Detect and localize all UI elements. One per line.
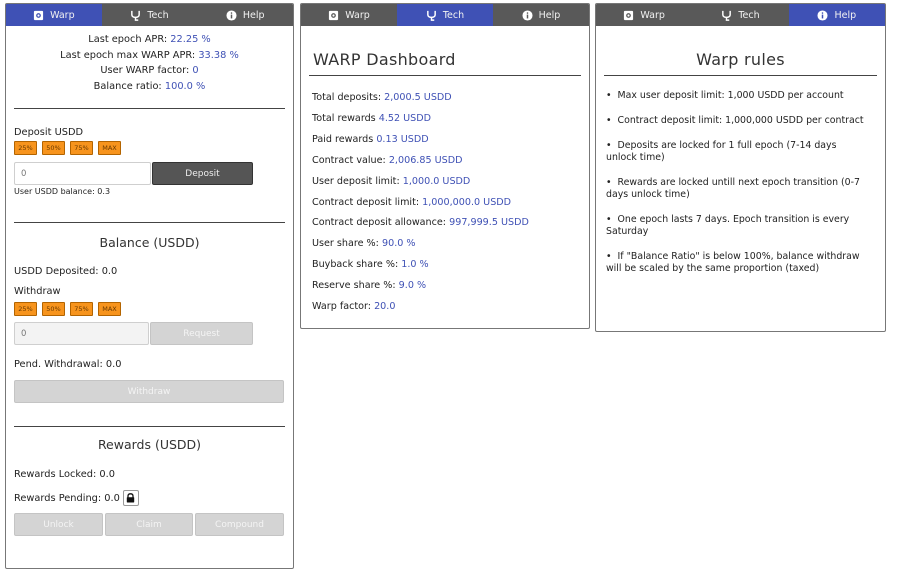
stat-row: User WARP factor: 0: [100, 65, 199, 76]
dashboard-stats: Total deposits: 2,000.5 USDD Total rewar…: [312, 88, 529, 318]
compound-button[interactable]: Compound: [195, 513, 284, 536]
dashboard-row: Reserve share %: 9.0 %: [312, 280, 427, 292]
tech-icon: [131, 10, 141, 21]
tab-bar: Warp Tech Help: [6, 4, 293, 26]
warp-icon: [33, 10, 44, 20]
divider: [14, 426, 285, 427]
tab-tech[interactable]: Tech: [102, 4, 198, 26]
rewards-locked: Rewards Locked: 0.0: [14, 469, 115, 480]
tab-help[interactable]: Help: [493, 4, 589, 26]
tech-icon: [426, 10, 436, 21]
divider: [604, 75, 877, 76]
tab-label: Help: [242, 9, 265, 21]
deposit-25-button[interactable]: 25%: [14, 141, 37, 155]
warp-icon: [624, 10, 634, 20]
divider: [14, 108, 285, 109]
dashboard-row: Contract deposit allowance: 997,999.5 US…: [312, 217, 529, 229]
withdraw-amount-input[interactable]: 0: [14, 322, 149, 345]
tab-warp[interactable]: Warp: [301, 4, 397, 26]
stat-row: Balance ratio: 100.0 %: [93, 80, 206, 92]
tab-label: Help: [834, 9, 857, 21]
rule-item: Max user deposit limit: 1,000 USDD per a…: [606, 90, 869, 102]
tab-label: Warp: [640, 9, 665, 21]
tab-tech[interactable]: Tech: [397, 4, 493, 26]
info-icon: [226, 9, 237, 21]
withdraw-max-button[interactable]: MAX: [98, 302, 121, 316]
dashboard-row: User deposit limit: 1,000.0 USDD: [312, 175, 471, 187]
withdraw-50-button[interactable]: 50%: [42, 302, 65, 316]
rule-item: Rewards are locked untill next epoch tra…: [606, 177, 869, 201]
info-icon: [522, 9, 533, 21]
tab-help[interactable]: Help: [788, 4, 885, 26]
dashboard-row: Buyback share %: 1.0 %: [312, 259, 429, 271]
divider: [309, 75, 581, 76]
usdd-balance: User USDD balance: 0.3: [14, 187, 111, 196]
tab-tech[interactable]: Tech: [692, 4, 788, 26]
dashboard-row: Contract value: 2,006.85 USDD: [312, 154, 463, 166]
deposit-percent-buttons: 25% 50% 75% MAX: [14, 141, 121, 155]
withdraw-75-button[interactable]: 75%: [70, 302, 93, 316]
rewards-pending-row: Rewards Pending: 0.0: [14, 490, 139, 506]
stat-row: Last epoch APR: 22.25 %: [88, 34, 211, 45]
deposit-max-button[interactable]: MAX: [98, 141, 121, 155]
tab-label: Warp: [50, 9, 75, 21]
tab-label: Warp: [345, 9, 370, 21]
lock-icon[interactable]: [122, 490, 139, 506]
unlock-button[interactable]: Unlock: [14, 513, 103, 536]
deposit-button[interactable]: Deposit: [152, 162, 253, 185]
deposit-50-button[interactable]: 50%: [42, 141, 65, 155]
deposit-amount-input[interactable]: 0: [14, 162, 151, 185]
dashboard-row: Total rewards 4.52 USDD: [312, 112, 432, 124]
rewards-pending: Rewards Pending: 0.0: [14, 492, 120, 504]
dashboard-row: Paid rewards 0.13 USDD: [312, 133, 429, 145]
tech-panel: Warp Tech Help WARP Dashboard Total depo…: [300, 3, 590, 329]
info-icon: [817, 9, 829, 21]
claim-button[interactable]: Claim: [105, 513, 193, 536]
rules-title: Warp rules: [696, 50, 785, 69]
tab-bar: Warp Tech Help: [596, 4, 885, 26]
dashboard-row: Contract deposit limit: 1,000,000.0 USDD: [312, 196, 512, 208]
balance-section-title: Balance (USDD): [99, 235, 200, 250]
tab-label: Tech: [738, 9, 760, 21]
divider: [14, 222, 285, 223]
withdraw-button[interactable]: Withdraw: [14, 380, 284, 403]
withdraw-percent-buttons: 25% 50% 75% MAX: [14, 302, 121, 316]
dashboard-row: User share %: 90.0 %: [312, 238, 416, 250]
warp-panel: Warp Tech Help Last epoch APR: 22.25 % L…: [5, 3, 294, 569]
tab-warp[interactable]: Warp: [596, 4, 692, 26]
rule-item: Contract deposit limit: 1,000,000 USDD p…: [606, 115, 869, 127]
request-button[interactable]: Request: [150, 322, 253, 345]
rewards-section-title: Rewards (USDD): [97, 437, 202, 452]
withdraw-25-button[interactable]: 25%: [14, 302, 37, 316]
pending-withdrawal: Pend. Withdrawal: 0.0: [14, 359, 122, 370]
usdd-deposited: USDD Deposited: 0.0: [14, 266, 118, 277]
tab-label: Help: [538, 9, 561, 21]
apr-stats: Last epoch APR: 22.25 % Last epoch max W…: [6, 26, 293, 94]
tab-label: Tech: [442, 9, 465, 21]
tab-warp[interactable]: Warp: [6, 4, 102, 26]
rule-item: One epoch lasts 7 days. Epoch transition…: [606, 214, 869, 238]
tech-icon: [722, 10, 732, 21]
dashboard-title: WARP Dashboard: [313, 50, 456, 69]
deposit-label: Deposit USDD: [14, 127, 84, 138]
tab-bar: Warp Tech Help: [301, 4, 589, 26]
warp-icon: [329, 10, 339, 20]
withdraw-label: Withdraw: [14, 286, 61, 297]
deposit-75-button[interactable]: 75%: [70, 141, 93, 155]
help-panel: Warp Tech Help Warp rules Max user depos…: [595, 3, 886, 332]
rules-list: Max user deposit limit: 1,000 USDD per a…: [606, 90, 869, 288]
tab-help[interactable]: Help: [197, 4, 293, 26]
dashboard-row: Total deposits: 2,000.5 USDD: [312, 92, 452, 103]
rule-item: Deposits are locked for 1 full epoch (7-…: [606, 140, 869, 164]
tab-label: Tech: [147, 9, 169, 21]
rule-item: If "Balance Ratio" is below 100%, balanc…: [606, 251, 869, 275]
dashboard-row: Warp factor: 20.0: [312, 301, 396, 313]
stat-row: Last epoch max WARP APR: 33.38 %: [60, 49, 239, 61]
